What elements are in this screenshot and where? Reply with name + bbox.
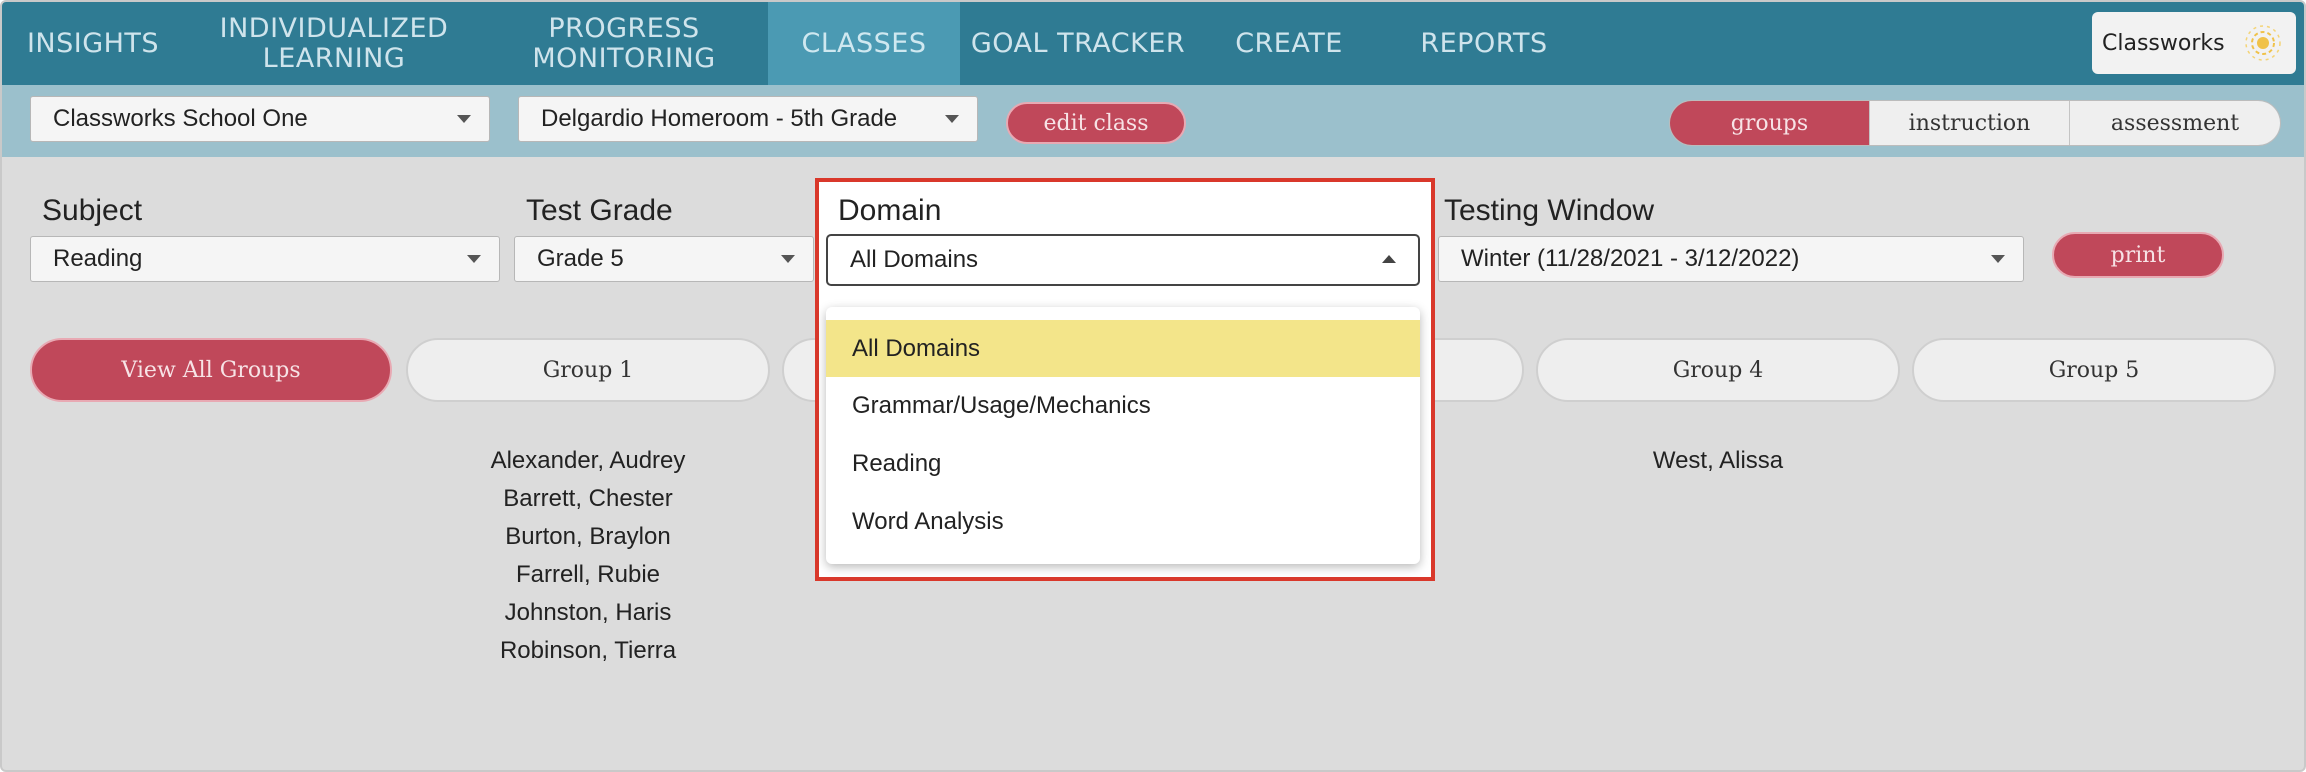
list-item: Barrett, Chester bbox=[503, 485, 673, 512]
nav-individualized-learning[interactable]: INDIVIDUALIZED LEARNING bbox=[198, 2, 470, 85]
classworks-logo-icon bbox=[2245, 25, 2281, 61]
domain-option-grammar-usage-mechanics[interactable]: Grammar/Usage/Mechanics bbox=[826, 377, 1420, 434]
domain-label: Domain bbox=[838, 194, 942, 227]
group-5-label: Group 5 bbox=[2048, 357, 2140, 383]
view-toggle: groups instruction assessment bbox=[1669, 100, 2281, 146]
app-window: INSIGHTS INDIVIDUALIZED LEARNING PROGRES… bbox=[0, 0, 2306, 772]
chevron-down-icon bbox=[1991, 255, 2005, 263]
list-item: Farrell, Rubie bbox=[515, 561, 661, 588]
domain-select-value: All Domains bbox=[850, 246, 979, 273]
list-item: Alexander, Audrey bbox=[490, 447, 686, 474]
edit-class-label: edit class bbox=[1043, 110, 1149, 136]
domain-option-all-domains[interactable]: All Domains bbox=[826, 320, 1420, 377]
domain-dropdown-menu: All Domains Grammar/Usage/Mechanics Read… bbox=[826, 307, 1420, 564]
nav-create[interactable]: CREATE bbox=[1214, 2, 1364, 85]
test-grade-label: Test Grade bbox=[526, 194, 673, 227]
group-1-button[interactable]: Group 1 bbox=[406, 338, 770, 402]
group-4-student-list: West, Alissa bbox=[1536, 442, 1900, 480]
subject-select-value: Reading bbox=[53, 245, 143, 272]
nav-insights[interactable]: INSIGHTS bbox=[2, 2, 184, 85]
print-label: print bbox=[2110, 242, 2166, 268]
top-navigation: INSIGHTS INDIVIDUALIZED LEARNING PROGRES… bbox=[2, 2, 2304, 85]
chevron-down-icon bbox=[457, 115, 471, 123]
nav-classes[interactable]: CLASSES bbox=[768, 2, 960, 85]
chevron-down-icon bbox=[781, 255, 795, 263]
view-groups-button[interactable]: groups bbox=[1670, 101, 1870, 145]
list-item: West, Alissa bbox=[1652, 447, 1784, 474]
class-select-value: Delgardio Homeroom - 5th Grade bbox=[541, 105, 898, 132]
testing-window-select-value: Winter (11/28/2021 - 3/12/2022) bbox=[1461, 245, 1800, 272]
view-assessment-button[interactable]: assessment bbox=[2070, 101, 2280, 145]
group-5-button[interactable]: Group 5 bbox=[1912, 338, 2276, 402]
print-button[interactable]: print bbox=[2052, 232, 2224, 278]
list-item: Johnston, Haris bbox=[504, 599, 672, 626]
testing-window-label: Testing Window bbox=[1444, 194, 1655, 227]
group-1-label: Group 1 bbox=[542, 357, 634, 383]
chevron-down-icon bbox=[945, 115, 959, 123]
nav-goal-tracker[interactable]: GOAL TRACKER bbox=[964, 2, 1192, 85]
view-all-groups-label: View All Groups bbox=[121, 357, 301, 383]
chevron-up-icon bbox=[1382, 255, 1396, 263]
domain-option-word-analysis[interactable]: Word Analysis bbox=[826, 493, 1420, 550]
view-all-groups-button[interactable]: View All Groups bbox=[30, 338, 392, 402]
nav-progress-monitoring[interactable]: PROGRESS MONITORING bbox=[502, 2, 746, 85]
list-item: Robinson, Tierra bbox=[499, 637, 677, 664]
list-item: Burton, Braylon bbox=[505, 523, 671, 550]
group-1-student-list: Alexander, Audrey Barrett, Chester Burto… bbox=[406, 442, 770, 670]
nav-reports[interactable]: REPORTS bbox=[1394, 2, 1574, 85]
chevron-down-icon bbox=[467, 255, 481, 263]
group-4-label: Group 4 bbox=[1672, 357, 1764, 383]
brand-name: Classworks bbox=[2102, 30, 2225, 56]
view-instruction-button[interactable]: instruction bbox=[1870, 101, 2070, 145]
test-grade-select[interactable]: Grade 5 bbox=[514, 236, 814, 282]
test-grade-select-value: Grade 5 bbox=[537, 245, 624, 272]
school-select-value: Classworks School One bbox=[53, 105, 308, 132]
testing-window-select[interactable]: Winter (11/28/2021 - 3/12/2022) bbox=[1438, 236, 2024, 282]
domain-select[interactable]: All Domains bbox=[826, 234, 1420, 286]
subject-select[interactable]: Reading bbox=[30, 236, 500, 282]
domain-option-reading[interactable]: Reading bbox=[826, 435, 1420, 492]
brand-badge[interactable]: Classworks bbox=[2092, 12, 2296, 74]
school-select[interactable]: Classworks School One bbox=[30, 96, 490, 142]
edit-class-button[interactable]: edit class bbox=[1006, 102, 1186, 144]
subject-label: Subject bbox=[42, 194, 143, 227]
group-4-button[interactable]: Group 4 bbox=[1536, 338, 1900, 402]
class-select[interactable]: Delgardio Homeroom - 5th Grade bbox=[518, 96, 978, 142]
